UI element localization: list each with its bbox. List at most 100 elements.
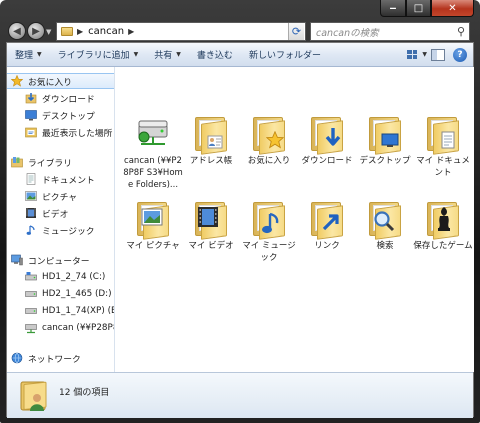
nav-music-label: ミュージック: [42, 226, 95, 237]
preview-pane-icon[interactable]: [431, 48, 445, 61]
hard-drive-icon: [25, 288, 37, 300]
forward-button[interactable]: ▶: [27, 22, 45, 40]
nav-downloads[interactable]: ダウンロード: [7, 90, 114, 106]
organize-label: 整理: [15, 51, 34, 61]
videos-icon: [25, 207, 37, 219]
music-folder-icon: [249, 198, 289, 240]
address-bar[interactable]: ▶ cancan ▶ ▼: [56, 22, 306, 41]
toolbar-right: ▼ ?: [402, 43, 473, 67]
view-dropdown-icon[interactable]: ▼: [422, 51, 427, 58]
star-icon: [10, 74, 24, 87]
item-downloads[interactable]: ダウンロード: [296, 113, 358, 167]
nav-computer-label: コンピューター: [28, 256, 90, 267]
refresh-icon: ⟳: [291, 25, 302, 38]
add-to-library-menu[interactable]: ライブラリに追加 ▼: [50, 43, 147, 67]
add-to-library-label: ライブラリに追加: [57, 51, 130, 61]
nav-documents[interactable]: ドキュメント: [7, 171, 114, 187]
new-folder-button[interactable]: 新しいフォルダー: [241, 43, 329, 67]
search-icon[interactable]: ⚲: [457, 25, 465, 38]
refresh-button[interactable]: ⟳: [288, 23, 304, 40]
item-label: デスクトップ: [359, 156, 411, 166]
organize-menu[interactable]: 整理 ▼: [7, 43, 50, 67]
item-favorites[interactable]: お気に入り: [238, 113, 300, 167]
close-button[interactable]: ✕: [431, 0, 474, 17]
nav-recent-places[interactable]: 最近表示した場所: [7, 124, 114, 140]
chevron-right-icon[interactable]: ▶: [128, 27, 134, 36]
search-input[interactable]: cancanの検索 ⚲: [310, 22, 470, 41]
system-drive-icon: [25, 271, 37, 283]
item-label: 保存したゲーム: [413, 241, 473, 251]
downloads-icon: [25, 92, 37, 104]
item-documents[interactable]: マイ ドキュメント: [412, 113, 474, 179]
burn-button[interactable]: 書き込む: [189, 43, 241, 67]
recent-pages-dropdown[interactable]: ▼: [46, 28, 51, 36]
change-view-button[interactable]: [402, 47, 422, 63]
nav-libraries-label: ライブラリ: [28, 158, 72, 169]
maximize-button[interactable]: □: [406, 0, 431, 17]
nav-drive-e-label: HD1_1_74(XP) (E:: [42, 306, 115, 316]
documents-icon: [25, 173, 37, 185]
nav-network[interactable]: ネットワーク: [7, 350, 114, 366]
nav-videos[interactable]: ビデオ: [7, 205, 114, 221]
nav-favorites-label: お気に入り: [28, 77, 72, 88]
nav-network-drive[interactable]: cancan (¥¥P28P8F: [7, 320, 114, 336]
nav-pictures[interactable]: ピクチャ: [7, 188, 114, 204]
chevron-down-icon: ▼: [37, 51, 42, 58]
item-label: リンク: [314, 241, 340, 251]
hard-drive-icon: [25, 305, 37, 317]
nav-favorites[interactable]: お気に入り: [7, 73, 114, 89]
item-label: マイ ビデオ: [188, 241, 234, 251]
item-label: アドレス帳: [189, 156, 233, 166]
minimize-button[interactable]: ‒: [380, 0, 406, 17]
navigation-pane: お気に入り ダウンロード デスクトップ 最近表示した場所 ライブラリ ドキュメン…: [7, 67, 115, 372]
nav-music[interactable]: ミュージック: [7, 222, 114, 238]
contacts-folder-icon: [191, 113, 231, 155]
item-desktop[interactable]: デスクトップ: [354, 113, 416, 167]
burn-label: 書き込む: [196, 51, 233, 61]
share-label: 共有: [154, 51, 173, 61]
back-arrow-icon: ◀: [13, 25, 21, 37]
music-icon: [25, 224, 37, 236]
nav-videos-label: ビデオ: [42, 209, 69, 220]
nav-desktop-label: デスクトップ: [42, 111, 95, 122]
videos-folder-icon: [191, 198, 231, 240]
user-folder-icon: [19, 380, 49, 412]
library-icon: [11, 156, 23, 168]
chevron-down-icon: ▼: [133, 51, 139, 58]
new-folder-label: 新しいフォルダー: [248, 51, 321, 61]
nav-libraries[interactable]: ライブラリ: [7, 154, 114, 170]
item-label: ダウンロード: [301, 156, 353, 166]
back-button[interactable]: ◀: [8, 22, 26, 40]
nav-drive-d[interactable]: HD2_1_465 (D:): [7, 286, 114, 302]
item-links[interactable]: リンク: [296, 198, 358, 252]
item-saved-games[interactable]: 保存したゲーム: [412, 198, 474, 252]
nav-documents-label: ドキュメント: [42, 175, 95, 186]
item-contacts[interactable]: アドレス帳: [180, 113, 242, 167]
help-icon[interactable]: ?: [453, 47, 467, 62]
item-music[interactable]: マイ ミュージック: [238, 198, 300, 264]
item-searches[interactable]: 検索: [354, 198, 416, 252]
pictures-icon: [25, 190, 37, 202]
share-menu[interactable]: 共有 ▼: [146, 43, 189, 67]
breadcrumb-cancan[interactable]: cancan: [88, 26, 124, 37]
chevron-right-icon[interactable]: ▶: [77, 27, 83, 36]
searches-folder-icon: [365, 198, 405, 240]
nav-computer[interactable]: コンピューター: [7, 252, 114, 268]
view-grid-icon: [407, 50, 418, 59]
file-list: cancan (¥¥P28P8F S3¥Home Folders)... アドレ…: [116, 67, 474, 372]
network-icon: [11, 352, 23, 364]
nav-drive-c[interactable]: HD1_2_74 (C:): [7, 269, 114, 285]
nav-desktop[interactable]: デスクトップ: [7, 107, 114, 123]
chevron-down-icon: ▼: [176, 51, 181, 58]
details-pane: 12 個の項目: [7, 372, 473, 418]
item-pictures[interactable]: マイ ピクチャ: [122, 198, 184, 252]
item-label: マイ ミュージック: [242, 241, 296, 263]
nav-downloads-label: ダウンロード: [42, 94, 95, 105]
nav-drive-d-label: HD2_1_465 (D:): [42, 289, 112, 299]
item-videos[interactable]: マイ ビデオ: [180, 198, 242, 252]
item-label: マイ ドキュメント: [416, 156, 470, 178]
item-network-drive[interactable]: cancan (¥¥P28P8F S3¥Home Folders)...: [122, 113, 184, 191]
desktop-icon: [25, 109, 37, 121]
nav-drive-c-label: HD1_2_74 (C:): [42, 272, 106, 282]
nav-drive-e[interactable]: HD1_1_74(XP) (E:: [7, 303, 115, 319]
